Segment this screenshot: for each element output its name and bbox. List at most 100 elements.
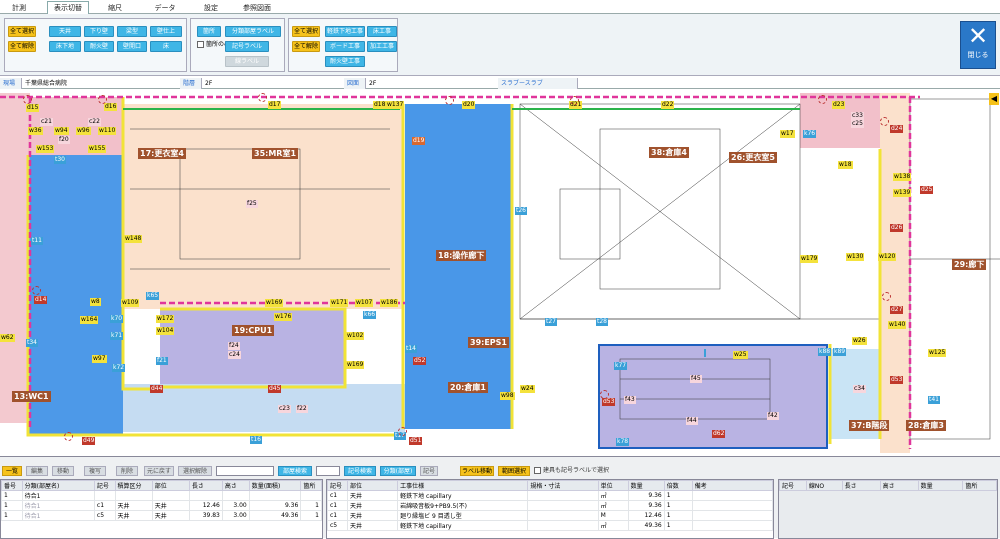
room-label-changing5[interactable]: 26:更衣室5 [729, 152, 777, 163]
tag-code[interactable]: w109 [121, 299, 140, 307]
tag-code[interactable]: t16 [250, 436, 262, 444]
room-label-changing4[interactable]: 17:更衣室4 [138, 148, 186, 159]
beam-button[interactable]: 梁型 [117, 26, 147, 37]
tag-code[interactable]: k65 [146, 292, 160, 300]
room-label-button[interactable]: 分類部屋ラベル [225, 26, 281, 37]
tag-code[interactable]: t11 [31, 237, 43, 245]
tag-code[interactable]: w148 [124, 235, 143, 243]
tag-code[interactable]: w25 [733, 351, 748, 359]
tag-code[interactable]: w125 [928, 349, 947, 357]
floor-plan-canvas[interactable]: 17:更衣室4 35:MR室1 18:操作廊下 19:CPU1 39:EPS1 … [0, 89, 1000, 454]
works-select-all-button[interactable]: 全て選択 [292, 26, 320, 37]
tag-code[interactable]: w139 [893, 189, 912, 197]
tag-code[interactable]: w107 [355, 299, 374, 307]
table-row[interactable]: c5 天井 軽鉄下地 capillary ㎡ 49.36 1 [327, 520, 773, 531]
tag-code[interactable]: d25 [920, 186, 934, 194]
tag-code[interactable]: w62 [0, 334, 15, 342]
room-label-mr1[interactable]: 35:MR室1 [252, 148, 299, 159]
table-row[interactable]: c1 天井 岩綿吸音板9+PB9.5(不) ㎡ 9.36 1 [327, 500, 773, 511]
tag-code[interactable]: k70 [110, 315, 124, 323]
tag-code[interactable]: f44 [686, 417, 698, 425]
tag-code[interactable]: w17 [780, 130, 795, 138]
line-label-button[interactable]: 線ラベル [225, 56, 269, 67]
tag-code[interactable]: d18 [373, 101, 387, 109]
table-row[interactable]: 1 待合1 [1, 490, 322, 501]
tag-code[interactable]: d22 [661, 101, 675, 109]
edit-button[interactable]: 編集 [26, 466, 48, 476]
tag-code[interactable]: f45 [690, 375, 702, 383]
tag-code[interactable]: w98 [500, 392, 515, 400]
tag-code[interactable]: w8 [90, 298, 101, 306]
tab-measure[interactable]: 計測 [4, 1, 34, 14]
tag-code[interactable]: c22 [88, 118, 101, 126]
tag-code[interactable]: w171 [330, 299, 349, 307]
table-row[interactable]: c1 天井 廻り縁塩ビ 9 目透し型 M 12.46 1 [327, 510, 773, 521]
tag-code[interactable]: k77 [614, 362, 628, 370]
tag-code[interactable]: f24 [228, 342, 240, 350]
tag-code[interactable]: f20 [58, 136, 70, 144]
tag-code[interactable]: k78 [616, 438, 630, 446]
room-label-storage3[interactable]: 28:倉庫3 [906, 420, 946, 431]
tag-code[interactable]: k72 [112, 364, 126, 372]
tag-code[interactable]: d23 [832, 101, 846, 109]
location-button[interactable]: 箇所 [197, 26, 221, 37]
table-row[interactable]: 1 待合1 c5 天井 天井 39.83 3.00 49.36 1 [1, 510, 322, 521]
tag-code[interactable]: w186 [380, 299, 399, 307]
tag-code[interactable]: c24 [228, 351, 241, 359]
board-work-button[interactable]: ボード工事 [325, 41, 365, 52]
undo-button[interactable]: 元に戻す [144, 466, 174, 476]
fire-wall-work-button[interactable]: 耐火壁工事 [325, 56, 365, 67]
tag-code[interactable]: d53 [890, 376, 904, 384]
tag-code[interactable]: c25 [851, 120, 864, 128]
tag-code[interactable]: c33 [851, 112, 864, 120]
tag-code[interactable]: f22 [296, 405, 308, 413]
tag-code[interactable]: w18 [838, 161, 853, 169]
tag-code[interactable]: d19 [412, 137, 426, 145]
table-row[interactable]: 1 待合1 c1 天井 天井 12.46 3.00 9.36 1 [1, 500, 322, 511]
tag-code[interactable]: w179 [800, 255, 819, 263]
tag-code[interactable]: w164 [80, 316, 99, 324]
tag-code[interactable]: f42 [767, 412, 779, 420]
tag-code[interactable]: t28 [596, 318, 608, 326]
tag-code[interactable]: k88 [818, 348, 832, 356]
tag-code[interactable]: t27 [545, 318, 557, 326]
code-search-button[interactable]: 記号検索 [344, 466, 376, 476]
tag-code[interactable]: c23 [278, 405, 291, 413]
code-label-button[interactable]: 記号ラベル [225, 41, 269, 52]
ceiling-button[interactable]: 天井 [49, 26, 81, 37]
delete-button[interactable]: 削除 [116, 466, 138, 476]
line-detail-grid[interactable]: 記号 線NO 長さ 高さ 数量 箇所 [778, 479, 998, 539]
tab-reference-drawing[interactable]: 参照図面 [236, 1, 278, 14]
tab-scale[interactable]: 縮尺 [100, 1, 130, 14]
label-move-button[interactable]: ラベル移動 [460, 466, 494, 476]
tag-code[interactable]: f21 [156, 357, 168, 365]
tag-code[interactable]: w169 [265, 299, 284, 307]
tag-code[interactable]: d45 [268, 385, 282, 393]
tag-code[interactable]: d26 [890, 224, 904, 232]
tag-code[interactable]: d49 [82, 437, 96, 445]
floor-lower-button[interactable]: 床下地 [49, 41, 81, 52]
tag-code[interactable]: k89 [833, 348, 847, 356]
floor-work-button[interactable]: 床工事 [367, 26, 397, 37]
tag-code[interactable]: w172 [156, 315, 175, 323]
tag-code[interactable]: w153 [36, 145, 55, 153]
floor-button[interactable]: 床 [150, 41, 182, 52]
room-search-button[interactable]: 部屋検索 [278, 466, 312, 476]
tag-code[interactable]: w26 [852, 337, 867, 345]
tag-code[interactable]: k66 [363, 311, 377, 319]
tag-code[interactable]: w102 [346, 332, 365, 340]
works-deselect-all-button[interactable]: 全て解除 [292, 41, 320, 52]
tag-code[interactable]: d52 [413, 357, 427, 365]
range-select-button[interactable]: 範囲選択 [498, 466, 530, 476]
wall-opening-button[interactable]: 壁開口 [117, 41, 147, 52]
light-steel-work-button[interactable]: 軽鉄下地工事 [325, 26, 365, 37]
tag-code[interactable]: d17 [268, 101, 282, 109]
tag-code[interactable]: w138 [893, 173, 912, 181]
tag-code[interactable]: w140 [888, 321, 907, 329]
fittings-checkbox[interactable] [534, 467, 541, 474]
tab-display[interactable]: 表示切替 [47, 1, 89, 14]
select-all-button[interactable]: 全て選択 [8, 26, 36, 37]
tag-code[interactable]: t41 [928, 396, 940, 404]
room-label-stairs-b[interactable]: 37:B階段 [849, 420, 890, 431]
room-label-storage1[interactable]: 20:倉庫1 [448, 382, 488, 393]
